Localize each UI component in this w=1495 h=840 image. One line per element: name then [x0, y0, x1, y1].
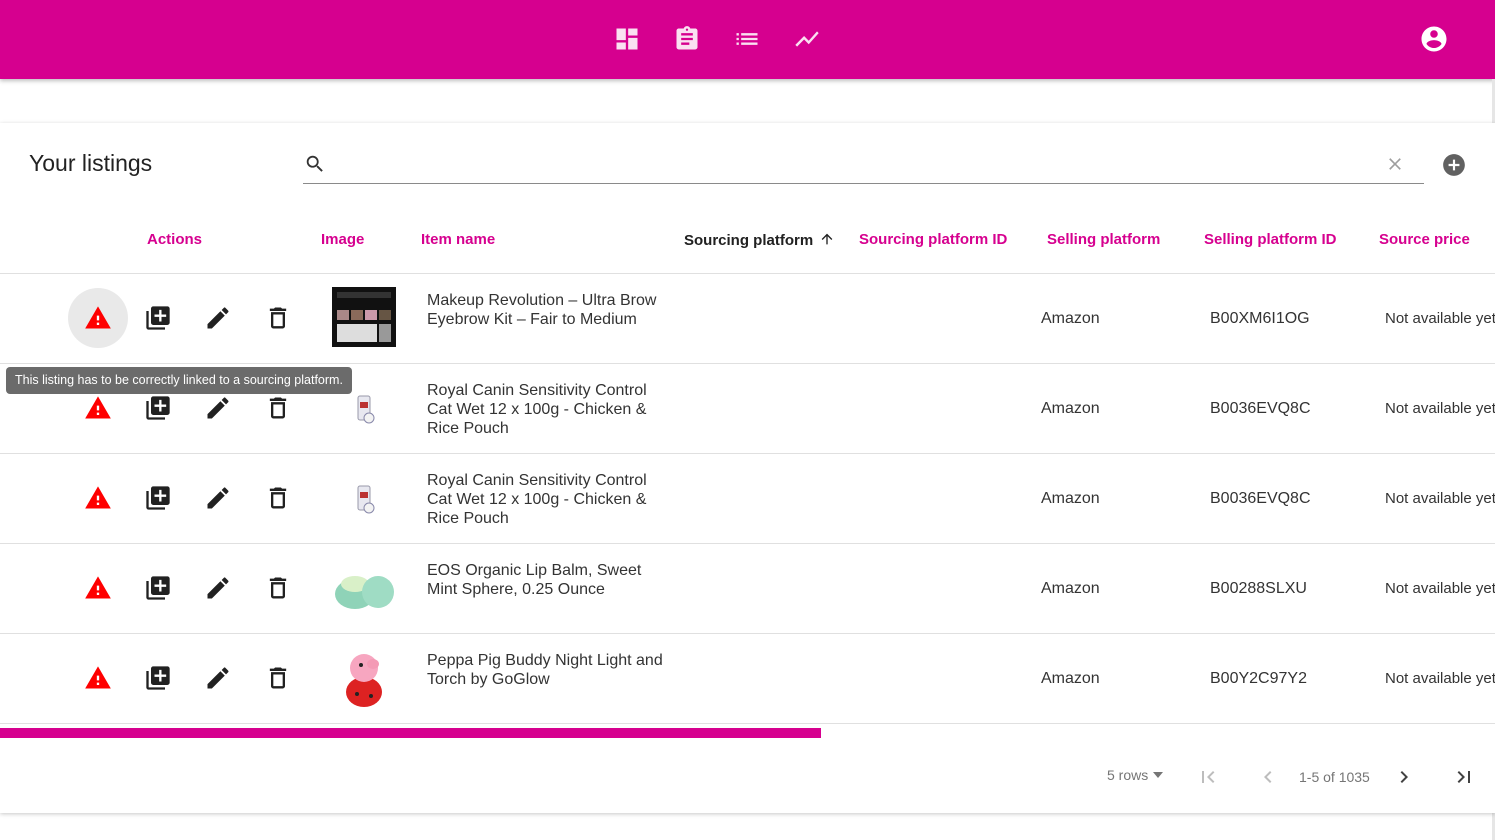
add-to-queue-icon[interactable] [144, 484, 172, 512]
add-listing-button[interactable] [1441, 152, 1467, 178]
top-app-bar [0, 0, 1495, 79]
selling-platform: Amazon [1041, 580, 1100, 597]
warning-tooltip: This listing has to be correctly linked … [6, 367, 352, 394]
column-sourcing-platform-label: Sourcing platform [684, 232, 814, 249]
search-bar [303, 143, 1424, 184]
first-page-icon[interactable] [1196, 765, 1220, 789]
trending-icon[interactable] [792, 24, 822, 54]
rows-per-page-select[interactable]: 5 rows [1107, 767, 1164, 783]
selling-platform-id: B0036EVQ8C [1210, 490, 1311, 507]
selling-platform-id: B0036EVQ8C [1210, 400, 1311, 417]
delete-icon[interactable] [264, 394, 292, 422]
column-source-price[interactable]: Source price [1379, 231, 1470, 248]
edit-icon[interactable] [204, 574, 232, 602]
warning-icon[interactable] [84, 664, 112, 692]
delete-icon[interactable] [264, 574, 292, 602]
add-to-queue-icon[interactable] [144, 574, 172, 602]
table-header: Actions Image Item name Sourcing platfor… [0, 211, 1495, 274]
table-row: Peppa Pig Buddy Night Light and Torch by… [0, 634, 1495, 724]
selling-platform: Amazon [1041, 490, 1100, 507]
warning-icon[interactable] [84, 394, 112, 422]
edit-icon[interactable] [204, 484, 232, 512]
column-sourcing-platform-id[interactable]: Sourcing platform ID [859, 231, 1007, 248]
add-to-queue-icon[interactable] [144, 304, 172, 332]
page-title: Your listings [29, 150, 153, 176]
add-to-queue-icon[interactable] [144, 664, 172, 692]
column-item-name[interactable]: Item name [421, 231, 495, 248]
column-selling-platform-id[interactable]: Selling platform ID [1204, 231, 1337, 248]
column-actions: Actions [147, 231, 203, 248]
column-selling-platform[interactable]: Selling platform [1047, 231, 1160, 248]
edit-icon[interactable] [204, 394, 232, 422]
cat-food-pouch-image [331, 464, 397, 530]
assignment-icon[interactable] [672, 24, 702, 54]
eyebrow-kit-image [331, 284, 397, 350]
warning-icon[interactable] [84, 304, 112, 332]
selling-platform: Amazon [1041, 670, 1100, 687]
item-name: Makeup Revolution – Ultra Brow Eyebrow K… [427, 292, 657, 328]
clear-search-icon[interactable] [1385, 154, 1405, 174]
selling-platform: Amazon [1041, 310, 1100, 327]
listings-card: Your listings Actions Image Item name So… [0, 123, 1495, 813]
lip-balm-image [331, 554, 397, 620]
source-price: Not available yet [1385, 490, 1495, 507]
warning-icon[interactable] [84, 574, 112, 602]
edit-icon[interactable] [204, 664, 232, 692]
column-sourcing-platform[interactable]: Sourcing platform [684, 231, 835, 249]
selling-platform: Amazon [1041, 400, 1100, 417]
delete-icon[interactable] [264, 484, 292, 512]
table-pagination: 5 rows 1-5 of 1035 [0, 753, 1495, 813]
source-price: Not available yet [1385, 400, 1495, 417]
sort-ascending-icon [819, 231, 835, 247]
list-icon[interactable] [732, 24, 762, 54]
warning-icon[interactable] [84, 484, 112, 512]
selling-platform-id: B00Y2C97Y2 [1210, 670, 1307, 687]
delete-icon[interactable] [264, 304, 292, 332]
rows-per-page-label: 5 rows [1107, 767, 1149, 783]
add-to-queue-icon[interactable] [144, 394, 172, 422]
selling-platform-id: B00XM6I1OG [1210, 310, 1310, 327]
selling-platform-id: B00288SLXU [1210, 580, 1307, 597]
peppa-pig-light-image [331, 644, 397, 710]
pagination-info: 1-5 of 1035 [1299, 769, 1370, 785]
edit-icon[interactable] [204, 304, 232, 332]
source-price: Not available yet [1385, 310, 1495, 327]
source-price: Not available yet [1385, 580, 1495, 597]
search-input[interactable] [341, 149, 1371, 179]
column-image[interactable]: Image [321, 231, 364, 248]
account-circle-icon[interactable] [1419, 24, 1449, 54]
item-name: EOS Organic Lip Balm, Sweet Mint Sphere,… [427, 562, 642, 598]
previous-page-icon[interactable] [1256, 765, 1280, 789]
item-name: Peppa Pig Buddy Night Light and Torch by… [427, 652, 663, 688]
table-row: Royal Canin Sensitivity Control Cat Wet … [0, 454, 1495, 544]
add-circle-icon [1443, 154, 1465, 176]
horizontal-scrollbar-thumb[interactable] [0, 728, 821, 738]
item-name: Royal Canin Sensitivity Control Cat Wet … [427, 382, 647, 437]
table-row: EOS Organic Lip Balm, Sweet Mint Sphere,… [0, 544, 1495, 634]
next-page-icon[interactable] [1392, 765, 1416, 789]
search-icon [304, 153, 326, 175]
dropdown-caret-icon [1153, 772, 1164, 778]
delete-icon[interactable] [264, 664, 292, 692]
item-name: Royal Canin Sensitivity Control Cat Wet … [427, 472, 647, 527]
dashboard-icon[interactable] [612, 24, 642, 54]
source-price: Not available yet [1385, 670, 1495, 687]
table-row: Makeup Revolution – Ultra Brow Eyebrow K… [0, 274, 1495, 364]
last-page-icon[interactable] [1452, 765, 1476, 789]
